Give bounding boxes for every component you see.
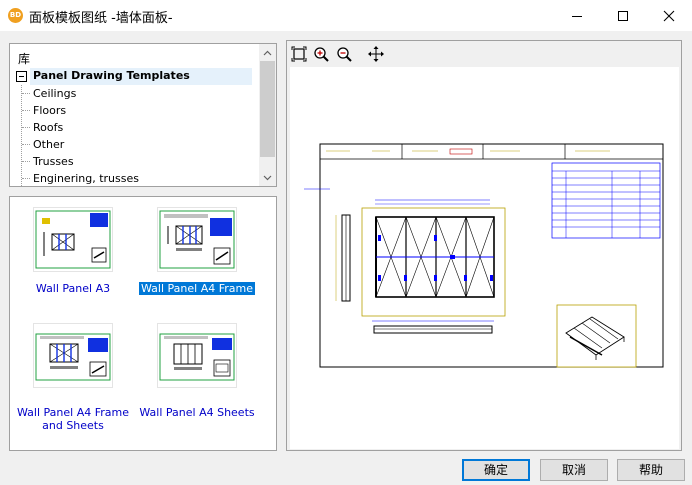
help-button[interactable]: 帮助: [617, 459, 685, 481]
close-icon: [663, 10, 675, 21]
drawing-thumbnail-icon: [159, 210, 235, 269]
zoom-out-button[interactable]: [335, 45, 353, 63]
minimize-icon: [572, 15, 582, 17]
maximize-button[interactable]: [600, 0, 646, 31]
tree-connector: [22, 110, 30, 111]
template-thumbnail: [33, 323, 113, 388]
cancel-button[interactable]: 取消: [540, 459, 608, 481]
tree-connector: [22, 144, 30, 145]
tree-item-label: Other: [33, 138, 65, 151]
template-thumbnail: [33, 207, 113, 272]
template-label-text: Wall Panel A4 Frame and Sheets: [17, 406, 129, 432]
tree-connector: [22, 161, 30, 162]
zoom-in-button[interactable]: [312, 45, 330, 63]
template-item-wall-panel-a4-sheets[interactable]: Wall Panel A4 Sheets: [137, 323, 257, 443]
minimize-button[interactable]: [554, 0, 600, 31]
drawing-thumbnail-icon: [35, 333, 111, 381]
template-label-text: Wall Panel A3: [35, 282, 111, 295]
preview-toolbar: [287, 41, 681, 66]
template-label: Wall Panel A4 Frame and Sheets: [13, 406, 133, 432]
tree-item-label: Ceilings: [33, 87, 77, 100]
library-tree[interactable]: 库 Panel Drawing Templates Ceilings Floor…: [9, 43, 277, 187]
template-label: Wall Panel A3: [13, 282, 133, 295]
pan-move-icon: [368, 46, 384, 62]
zoom-extents-icon: [291, 46, 307, 62]
template-label: Wall Panel A4 Sheets: [137, 406, 257, 419]
tree-item-label: Enginering, trusses: [33, 172, 139, 185]
tree-item-other[interactable]: Other: [10, 136, 260, 153]
zoom-extents-button[interactable]: [290, 45, 308, 63]
chevron-down-icon: [263, 175, 272, 180]
template-label-text: Wall Panel A4 Sheets: [139, 406, 255, 419]
tree-item-trusses[interactable]: Trusses: [10, 153, 260, 170]
tree-item-label: Roofs: [33, 121, 64, 134]
tree-item-floors[interactable]: Floors: [10, 102, 260, 119]
tree-connector: [22, 127, 30, 128]
scroll-up-button[interactable]: [259, 44, 276, 61]
tree-scrollbar[interactable]: [259, 44, 276, 186]
drawing-preview-image: [304, 143, 664, 368]
window-title: 面板模板图纸 -墙体面板-: [29, 11, 173, 26]
drawing-thumbnail-icon: [159, 333, 235, 381]
preview-panel: [286, 40, 682, 451]
tree-item-label: Floors: [33, 104, 67, 117]
close-button[interactable]: [646, 0, 692, 31]
template-thumbnail: [157, 323, 237, 388]
zoom-out-icon: [337, 47, 352, 62]
template-label-text: Wall Panel A4 Frame: [139, 282, 255, 295]
template-item-wall-panel-a4-frame[interactable]: Wall Panel A4 Frame: [137, 207, 257, 307]
tree-root-label: 库: [18, 52, 31, 66]
collapse-icon[interactable]: [16, 71, 27, 82]
tree-node-label: Panel Drawing Templates: [33, 69, 190, 82]
template-item-wall-panel-a3[interactable]: Wall Panel A3: [13, 207, 133, 307]
template-item-wall-panel-a4-frame-and-sheets[interactable]: Wall Panel A4 Frame and Sheets: [13, 323, 133, 443]
scroll-down-button[interactable]: [259, 169, 276, 186]
pan-button[interactable]: [367, 45, 385, 63]
tree-item-ceilings[interactable]: Ceilings: [10, 85, 260, 102]
tree-item-label: Trusses: [33, 155, 74, 168]
tree-node-panel-drawing-templates[interactable]: Panel Drawing Templates: [10, 68, 260, 85]
tree-item-roofs[interactable]: Roofs: [10, 119, 260, 136]
drawing-preview-canvas[interactable]: [290, 67, 679, 449]
title-bar: BD 面板模板图纸 -墙体面板-: [0, 0, 692, 31]
chevron-up-icon: [263, 50, 272, 55]
template-gallery[interactable]: Wall Panel A3 Wall Panel A4 Frame Wall P…: [9, 196, 277, 451]
ok-button[interactable]: 确定: [462, 459, 530, 481]
maximize-icon: [618, 10, 628, 21]
scroll-thumb[interactable]: [260, 61, 275, 157]
app-icon: BD: [8, 8, 23, 23]
tree-connector: [22, 178, 30, 179]
tree-connector: [22, 93, 30, 94]
drawing-thumbnail-icon: [35, 210, 111, 269]
template-label: Wall Panel A4 Frame: [137, 282, 257, 295]
tree-item-enginering-trusses[interactable]: Enginering, trusses: [10, 170, 260, 186]
zoom-in-icon: [314, 47, 329, 62]
template-thumbnail: [157, 207, 237, 272]
